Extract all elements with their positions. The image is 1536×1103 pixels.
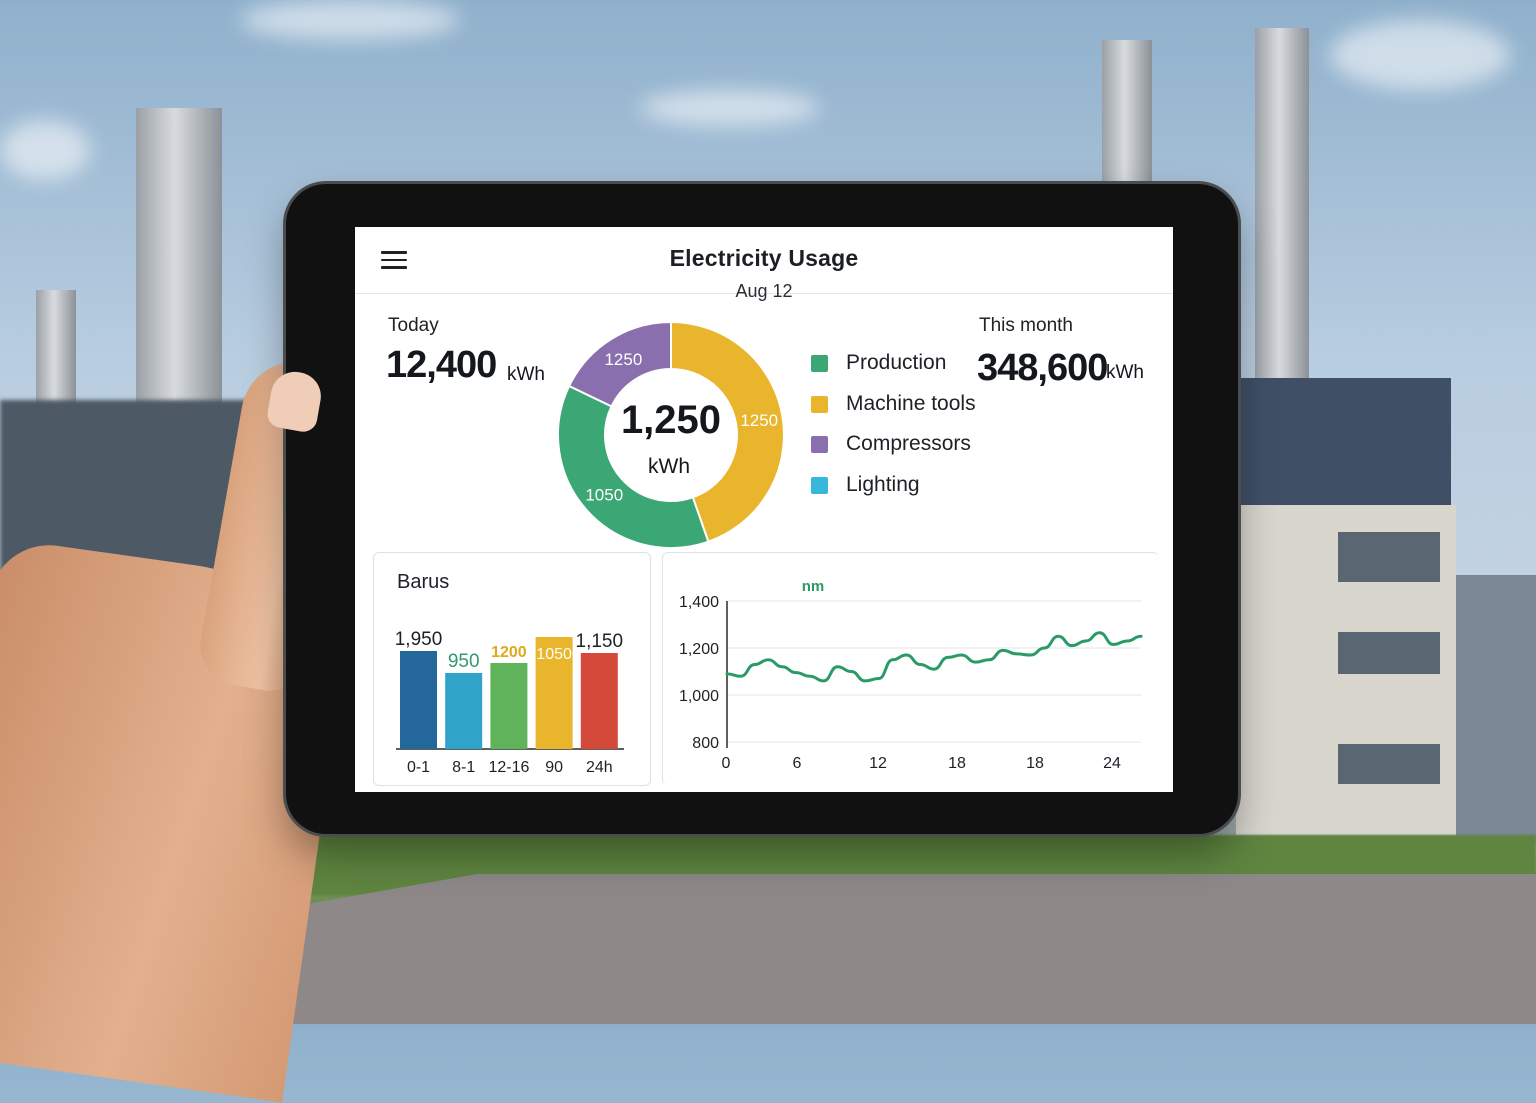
bar-category-label: 90 <box>545 759 563 776</box>
month-label: This month <box>979 315 1073 336</box>
bar-value-label: 950 <box>448 651 480 672</box>
donut-center-value: 1,250 <box>621 398 721 442</box>
smokestack <box>1102 40 1152 190</box>
today-value: 12,400 <box>386 344 497 386</box>
bar[interactable] <box>580 653 618 749</box>
donut-slice-label: 1250 <box>740 411 778 430</box>
donut-center-unit: kWh <box>648 455 690 478</box>
bar[interactable] <box>400 651 437 749</box>
legend-label: Lighting <box>846 473 920 496</box>
usage-line-chart: 1,400 1,200 1,000 8000 6 12 18 18 24 nm <box>679 578 1143 772</box>
factory-window <box>1338 632 1440 674</box>
factory-window <box>1338 532 1440 582</box>
usage-donut-chart: 1250 1050 1250 1,250 kWh <box>557 320 785 549</box>
cloud <box>0 120 90 180</box>
month-unit: kWh <box>1106 362 1144 383</box>
y-tick-label: 1,000 <box>679 688 719 705</box>
line-legend-label: nm <box>802 578 825 595</box>
legend-swatch <box>811 355 828 372</box>
cloud <box>1330 20 1510 90</box>
smokestack <box>1255 28 1309 388</box>
y-tick-label: 800 <box>692 735 719 752</box>
bar-category-label: 8-1 <box>452 759 475 776</box>
donut-slice-label: 1050 <box>585 486 623 505</box>
x-tick-label: 24 <box>1103 755 1121 772</box>
x-tick-label: 6 <box>793 755 802 772</box>
x-tick-label: 18 <box>1026 755 1044 772</box>
dashboard-screen: Electricity Usage Aug 12 Today 12,400 kW… <box>355 227 1173 792</box>
legend-label: Machine tools <box>846 392 976 415</box>
month-value: 348,600 <box>977 347 1108 389</box>
y-tick-label: 1,200 <box>679 641 719 658</box>
x-tick-label: 0 <box>722 755 731 772</box>
y-tick-label: 1,400 <box>679 594 719 611</box>
factory-window <box>1338 744 1440 784</box>
bar-category-label: 24h <box>586 759 613 776</box>
legend-label: Compressors <box>846 432 971 455</box>
bar-category-label: 0-1 <box>407 759 430 776</box>
legend-swatch <box>811 436 828 453</box>
legend-swatch <box>811 396 828 413</box>
usage-series-line[interactable] <box>725 631 1143 683</box>
factory-building <box>1236 378 1451 508</box>
bar-value-label: 1050 <box>536 646 572 663</box>
bar-value-label: 1,150 <box>576 631 624 652</box>
page-date: Aug 12 <box>735 281 793 301</box>
x-tick-label: 18 <box>948 755 966 772</box>
donut-slice-label: 1250 <box>604 350 642 369</box>
cloud <box>640 90 820 126</box>
bar-value-label: 1200 <box>491 644 527 661</box>
factory-building <box>1456 575 1536 845</box>
legend-swatch <box>811 477 828 494</box>
bar[interactable] <box>445 673 483 749</box>
bar[interactable] <box>490 663 528 749</box>
page-title: Electricity Usage <box>669 245 859 271</box>
line-chart-panel: 1,400 1,200 1,000 800 0 6 12 18 18 24 nm <box>662 552 1159 785</box>
bar-chart-panel: Barus 1,950 0-1 950 8-1 1200 12-16 1050 90 1,150… <box>373 552 651 786</box>
legend-label: Production <box>846 351 947 374</box>
cloud <box>240 0 460 40</box>
today-unit: kWh <box>507 364 545 385</box>
today-label: Today <box>388 315 439 336</box>
hourly-bar-chart: 1,950 0-1 950 8-1 1200 12-16 1050 90 1,150 24h <box>395 629 624 776</box>
x-tick-label: 12 <box>869 755 887 772</box>
bar-category-label: 12-16 <box>488 759 529 776</box>
bar-value-label: 1,950 <box>395 629 443 650</box>
